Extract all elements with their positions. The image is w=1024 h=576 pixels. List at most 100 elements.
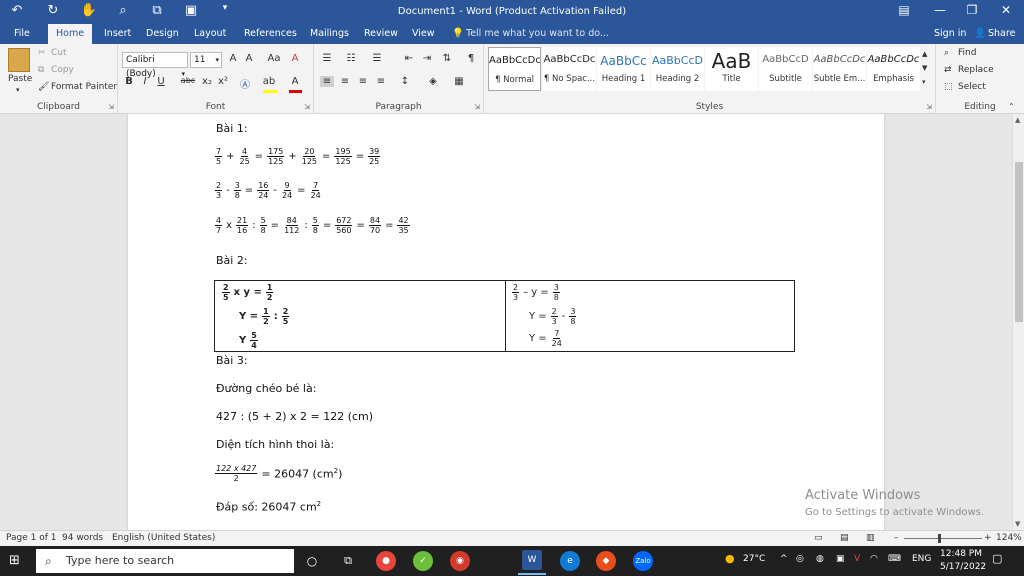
subscript-button[interactable]: x₂ xyxy=(200,76,214,87)
shrink-font-icon[interactable]: A xyxy=(242,53,256,64)
styles-more-icon[interactable]: ▾ xyxy=(922,78,926,86)
minimize-button[interactable]: — xyxy=(928,3,952,17)
restore-button[interactable]: ❐ xyxy=(960,3,984,17)
clipboard-launcher-icon[interactable]: ⇲ xyxy=(108,103,114,111)
show-formatting-icon[interactable]: ¶ xyxy=(464,53,478,64)
zoom-slider-track[interactable] xyxy=(904,538,982,539)
chrome-icon[interactable]: ● xyxy=(376,551,396,571)
superscript-button[interactable]: x² xyxy=(216,76,230,87)
language-indicator[interactable]: English (United States) xyxy=(112,533,215,543)
style-normal[interactable]: AaBbCcDc ¶ Normal xyxy=(488,47,541,91)
borders-icon[interactable]: ▦ xyxy=(452,76,466,87)
page-count[interactable]: Page 1 of 1 xyxy=(6,533,57,543)
task-view-icon[interactable]: ⧉ xyxy=(338,551,358,571)
justify-icon[interactable]: ≡ xyxy=(374,76,388,87)
numbering-icon[interactable]: ☷ xyxy=(344,53,358,64)
web-layout-icon[interactable]: ▥ xyxy=(866,533,875,543)
input-language[interactable]: ENG xyxy=(912,554,931,564)
style-title[interactable]: AaB Title xyxy=(705,47,758,91)
underline-button[interactable]: U xyxy=(154,76,168,87)
clock-time[interactable]: 12:48 PM xyxy=(940,549,982,559)
paste-dropdown-icon[interactable]: ▾ xyxy=(16,86,20,94)
tab-references[interactable]: References xyxy=(236,24,305,44)
style-emphasis[interactable]: AaBbCcDc Emphasis xyxy=(867,47,920,91)
format-painter-button[interactable]: Format Painter xyxy=(51,82,117,92)
multilevel-list-icon[interactable]: ☰ xyxy=(370,53,384,64)
read-mode-icon[interactable]: ▭ xyxy=(814,533,823,543)
bullets-icon[interactable]: ☰ xyxy=(320,53,334,64)
shading-icon[interactable]: ◈ xyxy=(426,76,440,87)
tray-app-icon[interactable]: ◎ xyxy=(796,554,804,564)
ribbon-display-options-icon[interactable]: ▤ xyxy=(892,3,916,17)
tab-review[interactable]: Review xyxy=(356,24,406,44)
keyboard-icon[interactable]: ⌨ xyxy=(888,554,901,564)
font-color-icon[interactable]: A xyxy=(288,76,302,87)
styles-scroll-down-icon[interactable]: ▼ xyxy=(922,64,927,72)
notification-icon[interactable]: ▢ xyxy=(992,552,1002,565)
style-no-spacing[interactable]: AaBbCcDc ¶ No Spac... xyxy=(543,47,596,91)
weather-icon[interactable]: ● xyxy=(725,552,735,565)
align-right-icon[interactable]: ≡ xyxy=(356,76,370,87)
app-icon[interactable]: ◉ xyxy=(450,551,470,571)
line-spacing-icon[interactable]: ↕ xyxy=(398,76,412,87)
show-hidden-icons-icon[interactable]: ^ xyxy=(780,554,788,564)
tab-mailings[interactable]: Mailings xyxy=(302,24,357,44)
zoom-in-button[interactable]: + xyxy=(984,533,992,543)
cortana-icon[interactable]: ○ xyxy=(302,551,322,571)
bold-button[interactable]: B xyxy=(122,76,136,87)
find-button[interactable]: Find xyxy=(958,48,976,58)
increase-indent-icon[interactable]: ⇥ xyxy=(420,53,434,64)
print-layout-icon[interactable]: ▤ xyxy=(840,533,849,543)
align-left-icon[interactable]: ≡ xyxy=(320,76,334,87)
tab-view[interactable]: View xyxy=(404,24,443,44)
share-button[interactable]: Share xyxy=(988,24,1015,44)
weather-temperature[interactable]: 27°C xyxy=(743,554,765,564)
font-size-dropdown-icon[interactable]: ▾ xyxy=(215,53,219,67)
font-name-box[interactable]: Calibri (Body) ▾ xyxy=(122,52,188,79)
tray-app-icon[interactable]: ◍ xyxy=(816,554,824,564)
word-count[interactable]: 94 words xyxy=(62,533,103,543)
paste-icon[interactable] xyxy=(8,48,30,72)
word-taskbar-icon[interactable]: W xyxy=(522,550,542,570)
close-button[interactable]: ✕ xyxy=(994,3,1018,17)
scroll-up-icon[interactable]: ▲ xyxy=(1015,116,1020,124)
sort-icon[interactable]: ⇅ xyxy=(440,53,454,64)
tell-me-search[interactable]: Tell me what you want to do... xyxy=(466,24,609,44)
strikethrough-button[interactable]: abc xyxy=(178,76,198,85)
app-icon[interactable]: ✓ xyxy=(413,551,433,571)
align-center-icon[interactable]: ≡ xyxy=(338,76,352,87)
tab-home[interactable]: Home xyxy=(48,24,93,44)
grow-font-icon[interactable]: A xyxy=(226,53,240,64)
document-area[interactable]: Bài 1: 75 + 4 25 = 175 125 + 20 125 = 195 12… xyxy=(0,114,1012,530)
taskbar-search-box[interactable]: ⌕ Type here to search xyxy=(36,549,294,573)
style-subtitle[interactable]: AaBbCcD Subtitle xyxy=(759,47,812,91)
font-launcher-icon[interactable]: ⇲ xyxy=(304,103,310,111)
italic-button[interactable]: I xyxy=(138,76,152,87)
style-heading-1[interactable]: AaBbCc Heading 1 xyxy=(597,47,650,91)
document-page[interactable]: Bài 1: 75 + 4 25 = 175 125 + 20 125 = 195 12… xyxy=(128,114,884,530)
app-icon[interactable]: ◆ xyxy=(596,551,616,571)
tab-design[interactable]: Design xyxy=(138,24,187,44)
style-subtle-emphasis[interactable]: AaBbCcDc Subtle Em... xyxy=(813,47,866,91)
style-heading-2[interactable]: AaBbCcD Heading 2 xyxy=(651,47,704,91)
vertical-scrollbar[interactable]: ▲ ▼ xyxy=(1012,114,1024,530)
copy-button[interactable]: Copy xyxy=(51,65,74,75)
scrollbar-thumb[interactable] xyxy=(1015,162,1023,322)
text-effects-icon[interactable]: Ⓐ xyxy=(238,76,252,91)
zoom-level[interactable]: 124% xyxy=(996,533,1022,543)
wifi-icon[interactable]: ◠ xyxy=(870,554,878,564)
collapse-ribbon-icon[interactable]: ⌃ xyxy=(1008,102,1015,111)
zoom-slider-thumb[interactable] xyxy=(938,534,941,543)
paragraph-launcher-icon[interactable]: ⇲ xyxy=(474,103,480,111)
scroll-down-icon[interactable]: ▼ xyxy=(1015,520,1020,528)
paste-button[interactable]: Paste xyxy=(8,74,32,84)
cut-button[interactable]: Cut xyxy=(51,48,67,58)
zalo-icon[interactable]: Zalo xyxy=(633,551,653,571)
tab-file[interactable]: File xyxy=(6,24,38,44)
highlight-color-icon[interactable]: ab xyxy=(262,76,276,87)
windows-start-icon[interactable]: ⊞ xyxy=(9,553,20,568)
change-case-icon[interactable]: Aa xyxy=(264,53,284,64)
clear-formatting-icon[interactable]: A xyxy=(288,53,302,64)
select-button[interactable]: Select xyxy=(958,82,986,92)
edge-icon[interactable]: e xyxy=(560,551,580,571)
